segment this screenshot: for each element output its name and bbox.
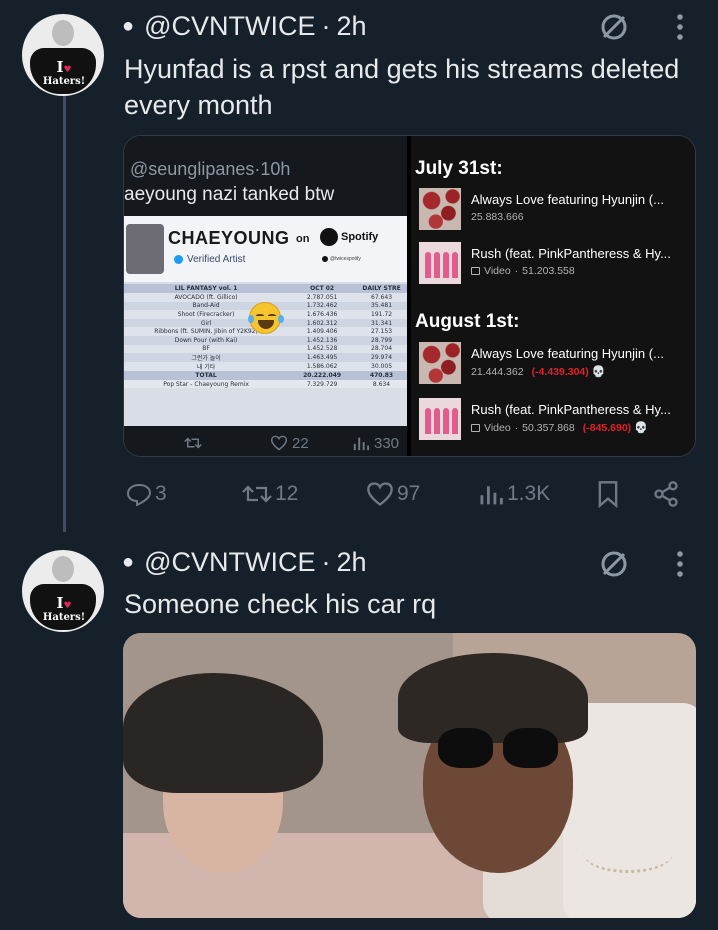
post-text: Hyunfad is a rpst and gets his streams d…	[124, 54, 680, 120]
artist-photo	[126, 224, 164, 274]
quoted-screenshot: @seunglipanes·10h aeyoung nazi tanked bt…	[124, 136, 407, 456]
track-title: Rush (feat. PinkPantheress & Hy...	[471, 246, 671, 261]
avatar[interactable]: I♥ Haters!	[22, 550, 104, 632]
streams-table: LIL FANTASY vol. 1 OCT 02 DAILY STRE AVO…	[124, 284, 407, 389]
album-cover-rush	[419, 398, 461, 440]
track-title: Always Love featuring Hyunjin (...	[471, 192, 664, 207]
track-plays: 25.883.666	[471, 211, 524, 223]
thread-connector-line	[63, 96, 66, 532]
more-vertical-icon[interactable]	[666, 9, 694, 45]
views-button[interactable]: 1.3K	[478, 478, 550, 510]
table-row: 그런가 놀이 1.463.495 29.974	[124, 353, 407, 363]
quoted-views-stat: 330	[352, 435, 399, 452]
user-handle[interactable]: @CVNTWICE	[144, 547, 315, 578]
track-plays: 21.444.362 (-4.439.304) 💀	[471, 365, 606, 379]
table-header: OCT 02	[288, 284, 357, 293]
verified-badge-icon	[174, 255, 183, 264]
table-row: 내 기타 1.586.062 30.005	[124, 362, 407, 372]
table-header: LIL FANTASY vol. 1	[124, 284, 289, 293]
repost-icon	[242, 485, 272, 503]
blocked-circle-icon[interactable]	[596, 546, 632, 582]
stream-loss: (-4.439.304)	[531, 365, 589, 378]
media-card[interactable]: @seunglipanes·10h aeyoung nazi tanked bt…	[123, 135, 696, 457]
track-title: Rush (feat. PinkPantheress & Hy...	[471, 402, 671, 417]
track-item: Rush (feat. PinkPantheress & Hy... Video…	[419, 398, 695, 442]
skull-icon: 💀	[591, 366, 606, 378]
date-heading: July 31st:	[415, 158, 503, 179]
repost-button[interactable]: 12	[242, 478, 298, 510]
repost-icon	[184, 437, 202, 449]
post-text: Someone check his car rq	[124, 589, 437, 619]
table-row: BF 1.452.528 28.704	[124, 344, 407, 354]
youtube-stats-screenshot: July 31st: Always Love featuring Hyunjin…	[411, 136, 695, 456]
separator: ·	[321, 546, 331, 577]
track-item: Rush (feat. PinkPantheress & Hy... Video…	[419, 242, 695, 286]
avatar-face	[52, 20, 74, 46]
table-total-row: TOTAL 20.222.049 470.83	[124, 371, 407, 380]
post-time[interactable]: 2h	[337, 11, 367, 42]
quoted-like-stat: 22	[270, 435, 309, 452]
track-plays: Video · 50.357.868 (-845.690) 💀	[471, 421, 648, 434]
stream-loss: (-845.690)	[582, 421, 632, 434]
photo-chain	[583, 833, 673, 873]
on-label: on	[296, 233, 310, 245]
avatar-shirt-logo: I♥ Haters!	[42, 594, 86, 624]
spotify-logo: Spotify	[320, 228, 378, 246]
sheet-banner	[124, 216, 407, 282]
video-icon	[471, 267, 480, 275]
separator: ·	[321, 10, 331, 41]
account-dot-icon	[322, 256, 328, 262]
bookmark-icon	[598, 481, 618, 508]
skull-icon: 💀	[634, 422, 648, 434]
tiny-handle: @twicespotify	[330, 256, 361, 262]
table-row: Pop Star - Chaeyoung Remix 7.329.729 8.634	[124, 379, 407, 389]
album-cover-always-love	[419, 342, 461, 384]
views-icon	[353, 437, 370, 451]
album-cover-always-love	[419, 188, 461, 230]
reply-icon	[126, 483, 152, 506]
verified-artist: Verified Artist	[174, 254, 245, 265]
like-icon	[367, 482, 393, 506]
video-icon	[471, 423, 480, 432]
post-photo[interactable]	[123, 633, 696, 918]
track-plays: Video · 51.203.558	[471, 265, 575, 277]
track-title: Always Love featuring Hyunjin (...	[471, 346, 664, 361]
table-row: AVOCADO (ft. Gillico) 2.787.051 67.643	[124, 293, 407, 302]
avatar[interactable]: I♥ Haters!	[22, 14, 104, 96]
share-button[interactable]	[652, 478, 683, 510]
post-action-bar: 3 12 97 1.3K	[122, 478, 688, 510]
share-icon	[654, 481, 678, 507]
bullet-dot: ●	[122, 550, 135, 573]
track-item: Always Love featuring Hyunjin (... 21.44…	[419, 342, 695, 386]
track-item: Always Love featuring Hyunjin (... 25.88…	[419, 188, 695, 232]
table-row: Down Pour (with Kai) 1.452.136 28.799	[124, 335, 407, 345]
photo-sunglasses	[438, 728, 558, 768]
like-icon	[270, 435, 288, 451]
views-icon	[480, 486, 503, 505]
laughing-emoji-icon	[248, 302, 284, 334]
quoted-text: aeyoung nazi tanked btw	[124, 184, 335, 205]
spotify-icon	[320, 228, 338, 246]
like-button[interactable]: 97	[366, 478, 420, 510]
more-vertical-icon[interactable]	[666, 546, 694, 582]
post-header: ● @CVNTWICE · 2h	[122, 546, 367, 578]
bullet-dot: ●	[122, 14, 135, 37]
avatar-shirt-logo: I♥ Haters!	[42, 58, 86, 88]
quoted-retweet-stat	[184, 435, 202, 451]
quoted-handle-line: @seunglipanes·10h	[130, 159, 291, 179]
reply-button[interactable]: 3	[126, 478, 167, 510]
table-header: DAILY STRE	[356, 284, 407, 293]
avatar-face	[52, 556, 74, 582]
artist-name: CHAEYOUNG	[168, 228, 290, 248]
user-handle[interactable]: @CVNTWICE	[144, 11, 315, 42]
blocked-circle-icon[interactable]	[596, 9, 632, 45]
quoted-stats-bar: 22 330	[124, 428, 407, 456]
post-header: ● @CVNTWICE · 2h	[122, 10, 367, 42]
album-cover-rush	[419, 242, 461, 284]
bookmark-button[interactable]	[596, 478, 623, 510]
post-time[interactable]: 2h	[337, 547, 367, 578]
date-heading: August 1st:	[415, 311, 520, 332]
